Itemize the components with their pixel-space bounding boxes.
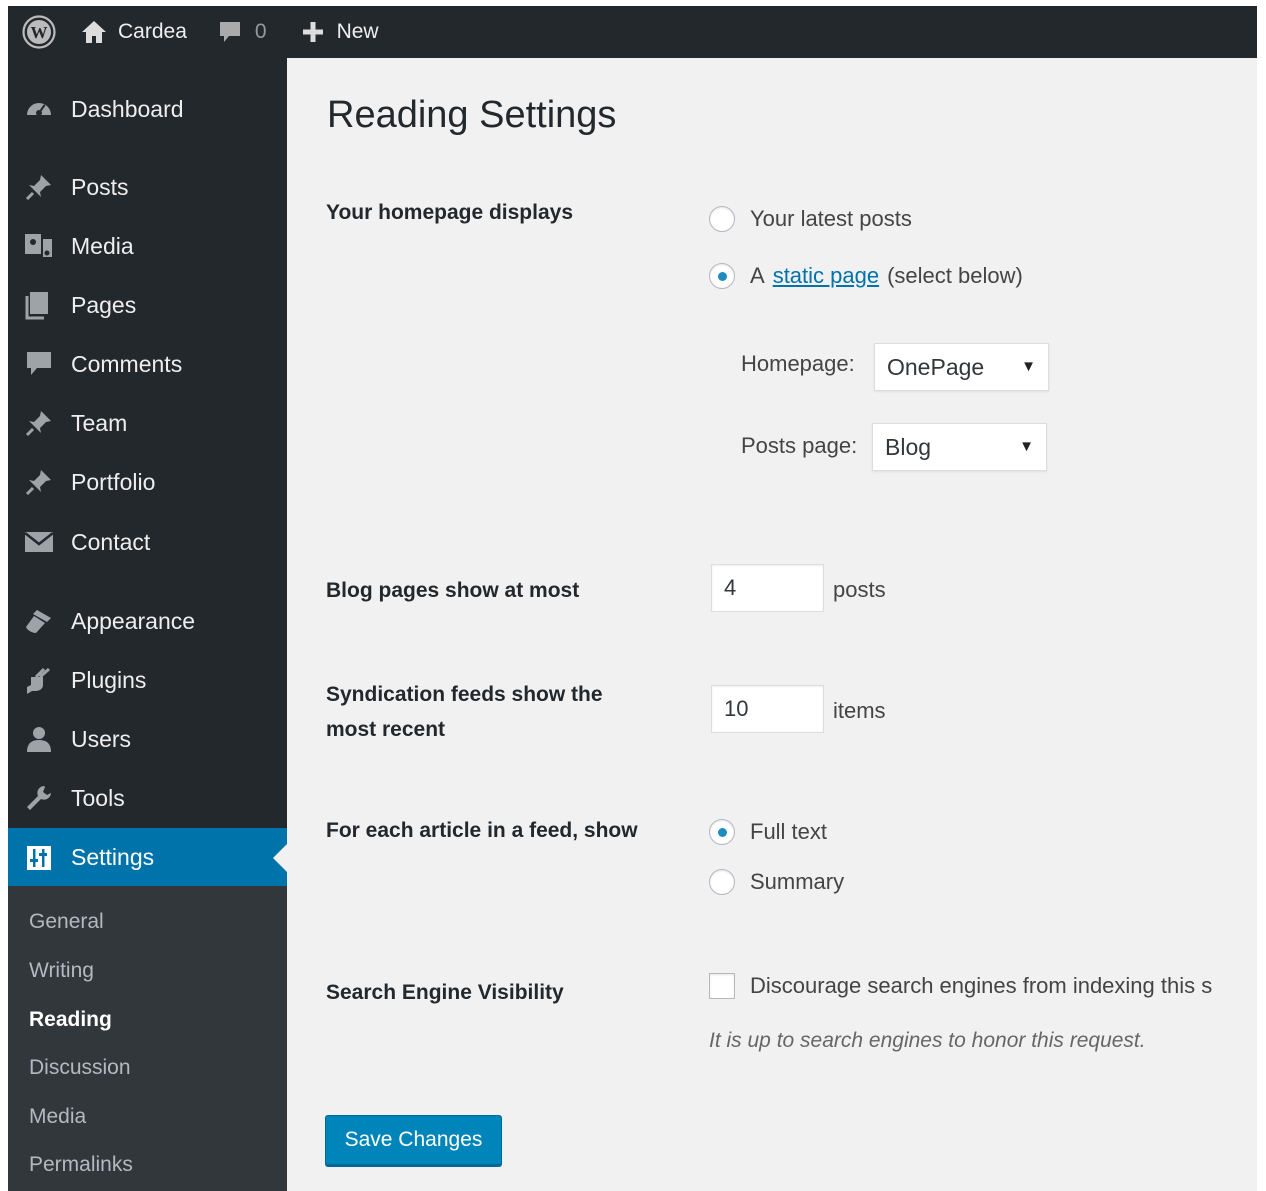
syndication-label: Syndication feeds show the most recent [326,683,603,741]
svg-text:W: W [31,23,48,42]
pin-icon [8,172,70,202]
menu-pages[interactable]: Pages [8,280,287,330]
pin-icon [8,467,70,497]
menu-portfolio[interactable]: Portfolio [8,457,287,507]
feed-article-label: For each article in a feed, show [326,819,638,842]
menu-posts[interactable]: Posts [8,162,287,212]
brush-icon [8,606,70,636]
homepage-displays-label: Your homepage displays [326,201,574,224]
posts-per-page-input[interactable]: 4 [711,564,824,612]
full-text-radio[interactable] [709,819,735,845]
submenu-media[interactable]: Media [29,1105,86,1129]
pin-icon [8,408,70,438]
homepage-select-label: Homepage: [741,351,855,376]
plus-icon [302,22,323,42]
wordpress-icon: W [22,15,56,49]
menu-dashboard[interactable]: Dashboard [8,84,287,134]
settings-icon [8,844,70,872]
menu-users[interactable]: Users [8,714,287,764]
posts-page-select[interactable]: Blog ▼ [872,423,1047,471]
active-menu-pointer [273,843,287,872]
submenu-general[interactable]: General [29,910,104,934]
admin-window: W Cardea 0 New Dashboard Posts Media Pag… [8,6,1257,1191]
submenu-reading[interactable]: Reading [29,1008,112,1032]
menu-media[interactable]: Media [8,221,287,271]
page-title: Reading Settings [327,94,617,136]
menu-team[interactable]: Team [8,398,287,448]
static-page-option[interactable]: A static page (select below) [709,263,1023,289]
media-icon [8,231,70,261]
dropdown-arrow-icon: ▼ [1019,438,1034,455]
search-visibility-label: Search Engine Visibility [326,981,564,1004]
posts-unit: posts [833,577,886,602]
static-page-radio[interactable] [709,263,735,289]
save-changes-button[interactable]: Save Changes [325,1115,502,1165]
feed-items-input[interactable]: 10 [711,685,824,733]
pages-icon [8,290,70,320]
wordpress-logo-button[interactable]: W [12,6,66,58]
new-content-link[interactable]: New [301,6,379,58]
plugin-icon [8,665,70,695]
settings-submenu: General Writing Reading Discussion Media… [8,886,287,1191]
comment-icon [219,22,240,42]
submenu-permalinks[interactable]: Permalinks [29,1153,133,1177]
static-page-link[interactable]: static page [773,263,879,289]
submenu-writing[interactable]: Writing [29,959,94,983]
search-visibility-description: It is up to search engines to honor this… [709,1029,1146,1052]
homepage-select[interactable]: OnePage ▼ [874,343,1049,391]
dropdown-arrow-icon: ▼ [1021,358,1036,375]
home-icon [82,21,106,43]
latest-posts-radio[interactable] [709,206,735,232]
menu-appearance[interactable]: Appearance [8,596,287,646]
mail-icon [8,529,70,555]
menu-contact[interactable]: Contact [8,517,287,567]
site-name: Cardea [118,20,187,43]
comments-link[interactable]: 0 [217,6,267,58]
new-label: New [336,20,379,43]
site-name-link[interactable]: Cardea [80,6,187,58]
comments-count: 0 [254,20,267,43]
menu-tools[interactable]: Tools [8,773,287,823]
user-icon [8,724,70,754]
posts-page-select-label: Posts page: [741,433,858,458]
admin-bar: W Cardea 0 New [8,6,1257,58]
discourage-search-option[interactable]: Discourage search engines from indexing … [709,973,1212,999]
comment-icon [8,349,70,379]
submenu-discussion[interactable]: Discussion [29,1056,131,1080]
full-text-option[interactable]: Full text [709,819,827,845]
wrench-icon [8,783,70,813]
dashboard-icon [8,94,70,124]
latest-posts-option[interactable]: Your latest posts [709,206,912,232]
menu-settings[interactable]: Settings [8,828,287,887]
summary-option[interactable]: Summary [709,869,844,895]
main-content: Reading Settings Your homepage displays … [287,58,1257,1191]
discourage-search-checkbox[interactable] [709,973,735,999]
items-unit: items [833,698,886,723]
admin-sidebar: Dashboard Posts Media Pages Comments Tea… [8,58,287,1191]
menu-plugins[interactable]: Plugins [8,655,287,705]
blog-pages-label: Blog pages show at most [326,579,580,602]
menu-comments[interactable]: Comments [8,339,287,389]
summary-radio[interactable] [709,869,735,895]
